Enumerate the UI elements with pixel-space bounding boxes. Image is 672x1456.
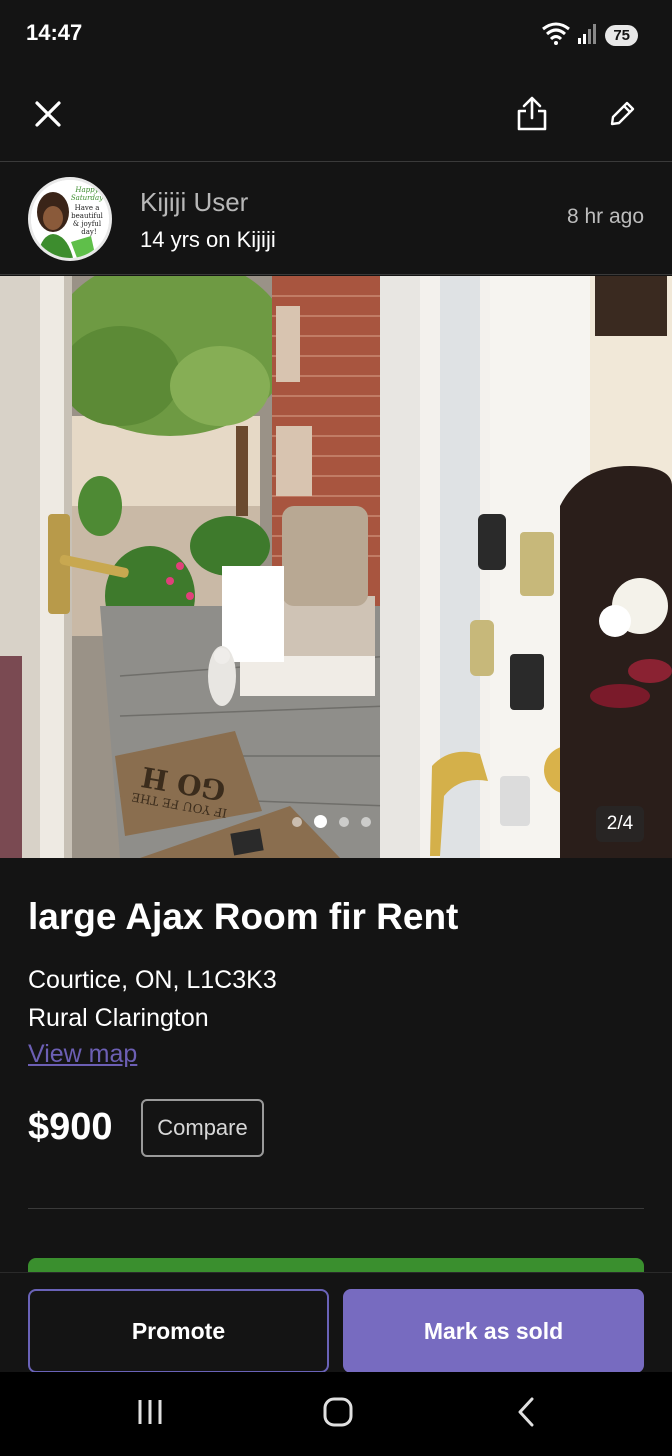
mark-as-sold-button[interactable]: Mark as sold bbox=[343, 1289, 644, 1373]
share-button[interactable] bbox=[506, 90, 558, 142]
avatar-text-3: Have a bbox=[75, 204, 100, 212]
photo-gallery[interactable]: GO H IF YOU FE THE bbox=[0, 276, 672, 858]
seller-member-since: 14 yrs on Kijiji bbox=[140, 227, 276, 252]
pagination-dot-active[interactable] bbox=[314, 815, 327, 828]
location-line-1: Courtice, ON, L1C3K3 bbox=[28, 966, 277, 994]
recents-icon bbox=[134, 1398, 166, 1431]
wifi-icon bbox=[541, 21, 571, 50]
close-icon bbox=[34, 100, 62, 133]
promote-button[interactable]: Promote bbox=[28, 1289, 329, 1373]
avatar-text-2: Saturday bbox=[71, 194, 104, 202]
listing-title: large Ajax Room fir Rent bbox=[28, 896, 459, 937]
avatar[interactable]: Happy Saturday Have a beautiful & joyful… bbox=[28, 177, 112, 261]
edit-icon bbox=[607, 99, 637, 134]
seller-info[interactable]: Happy Saturday Have a beautiful & joyful… bbox=[0, 163, 672, 275]
home-button[interactable] bbox=[308, 1390, 368, 1438]
battery-icon: 75 bbox=[605, 24, 638, 46]
back-icon bbox=[512, 1396, 540, 1433]
image-counter: 2/4 bbox=[596, 806, 644, 842]
status-bar: 14:47 75 bbox=[0, 0, 672, 72]
pagination-dot[interactable] bbox=[339, 816, 349, 827]
gallery-pagination bbox=[292, 815, 371, 828]
seller-name[interactable]: Kijiji User bbox=[140, 187, 248, 218]
location-line-2: Rural Clarington bbox=[28, 1004, 209, 1032]
action-bar: Promote Mark as sold bbox=[0, 1272, 672, 1373]
signal-icon bbox=[577, 22, 599, 49]
status-time: 14:47 bbox=[26, 20, 83, 45]
divider bbox=[28, 1208, 644, 1209]
share-icon bbox=[515, 96, 549, 137]
close-button[interactable] bbox=[22, 90, 74, 142]
avatar-text-6: day! bbox=[81, 228, 96, 236]
view-map-link[interactable]: View map bbox=[28, 1040, 137, 1069]
pagination-dot[interactable] bbox=[292, 816, 302, 827]
listing-price: $900 bbox=[28, 1106, 113, 1148]
home-icon bbox=[322, 1396, 354, 1433]
compare-button[interactable]: Compare bbox=[141, 1099, 264, 1157]
system-nav-bar bbox=[0, 1372, 672, 1456]
avatar-text-5: & joyful bbox=[73, 220, 102, 228]
pagination-dot[interactable] bbox=[361, 816, 371, 827]
edit-button[interactable] bbox=[596, 90, 648, 142]
back-button[interactable] bbox=[496, 1390, 556, 1438]
recents-button[interactable] bbox=[120, 1390, 180, 1438]
top-toolbar bbox=[0, 72, 672, 162]
status-icons: 75 bbox=[541, 22, 638, 48]
avatar-text-1: Happy bbox=[74, 186, 99, 194]
listing-photo: GO H IF YOU FE THE bbox=[0, 276, 672, 858]
avatar-text-4: beautiful bbox=[71, 212, 103, 220]
posted-time: 8 hr ago bbox=[566, 205, 644, 228]
